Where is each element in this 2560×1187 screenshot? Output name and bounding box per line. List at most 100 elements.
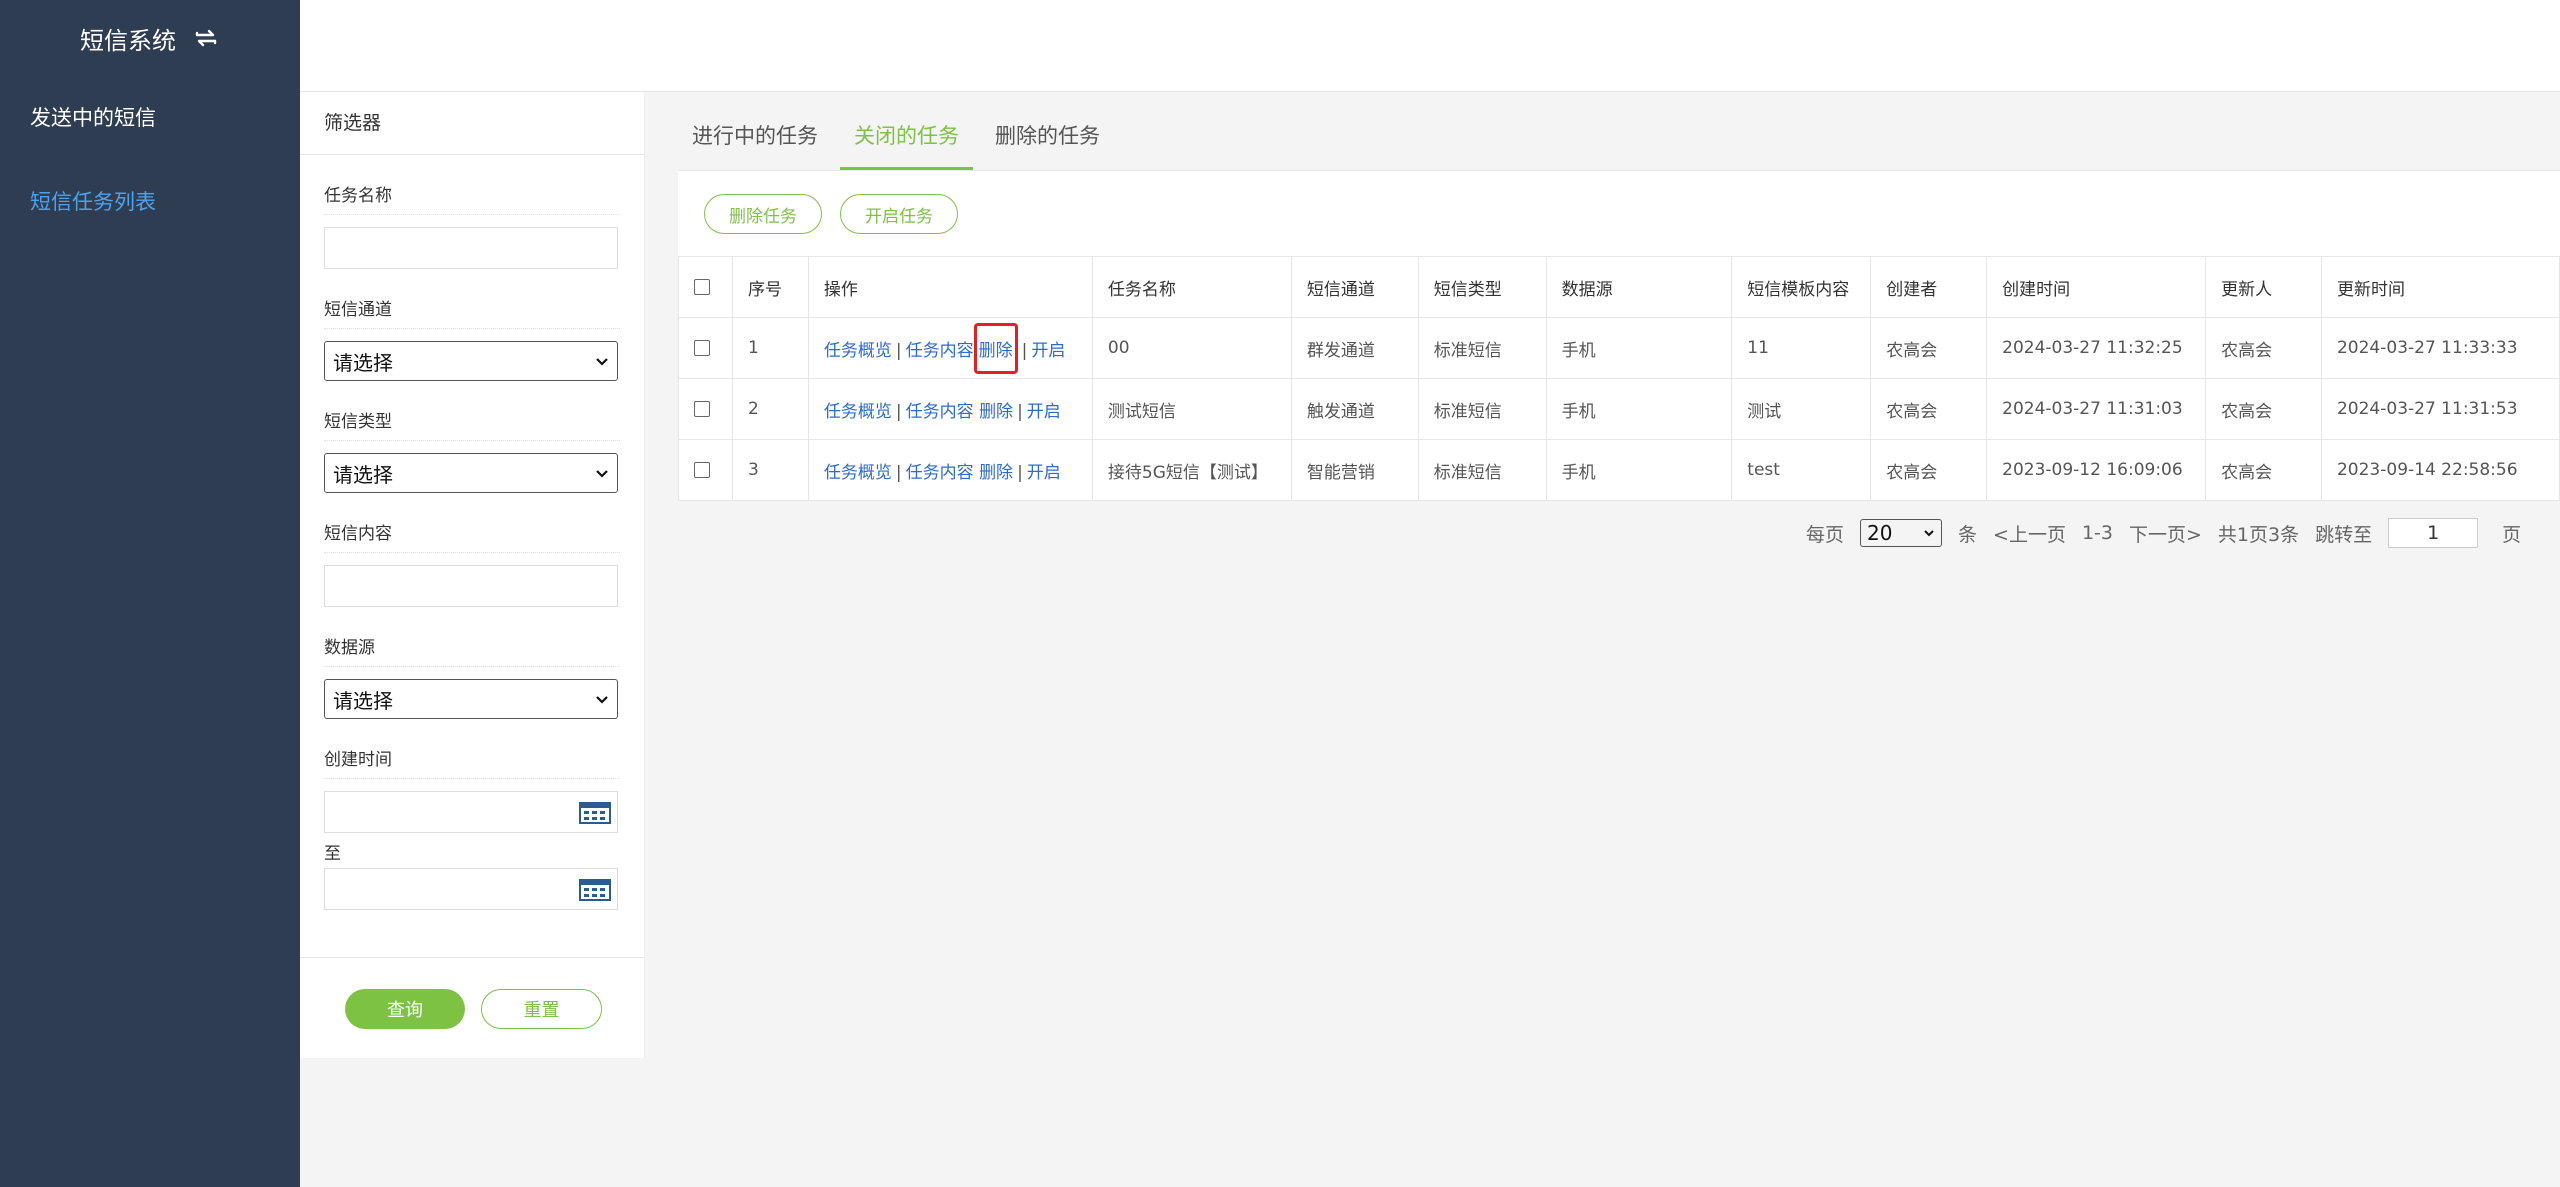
reset-button[interactable]: 重置: [481, 989, 602, 1029]
channel-label: 短信通道: [324, 269, 620, 329]
source-select[interactable]: 请选择: [324, 679, 618, 719]
cell-updater: 农高会: [2205, 378, 2322, 440]
chevron-down-icon: [596, 470, 608, 478]
calendar-icon[interactable]: [579, 879, 611, 901]
calendar-icon[interactable]: [579, 802, 611, 824]
chevron-down-icon: [596, 358, 608, 366]
query-button[interactable]: 查询: [345, 989, 465, 1029]
app-title-bar: 短信系统: [0, 0, 300, 76]
tab-closed-tasks[interactable]: 关闭的任务: [840, 110, 973, 170]
task-overview-link[interactable]: 任务概览: [824, 463, 892, 483]
created-time-label: 创建时间: [324, 719, 620, 779]
app-title: 短信系统: [80, 26, 176, 55]
table-header-row: 序号 操作 任务名称 短信通道 短信类型 数据源 短信模板内容 创建者 创建时间…: [678, 256, 2560, 318]
cell-creator: 农高会: [1870, 439, 1988, 501]
tab-deleted-tasks[interactable]: 删除的任务: [981, 110, 1114, 170]
row-select-cell: [678, 439, 733, 501]
cell-no: 2: [731, 378, 809, 440]
task-content-link[interactable]: 任务内容: [906, 402, 974, 422]
cell-channel: 群发通道: [1290, 317, 1419, 379]
col-header: 操作: [807, 256, 1093, 318]
sidebar: 短信系统 发送中的短信 短信任务列表: [0, 0, 300, 1187]
created-end-input[interactable]: [324, 868, 618, 910]
action-separator: |: [1021, 340, 1028, 361]
type-label: 短信类型: [324, 381, 620, 441]
row-select-cell: [678, 317, 733, 379]
per-page-label: 每页: [1806, 523, 1845, 546]
col-header: 短信通道: [1290, 256, 1419, 318]
switch-icon[interactable]: [192, 24, 220, 52]
table-row: 1 任务概览 | 任务内容 删除 | 开启 00 群发通道 标准短信 手机 11 农高会 …: [678, 317, 2560, 379]
task-overview-link[interactable]: 任务概览: [824, 402, 892, 422]
task-overview-link[interactable]: 任务概览: [824, 341, 892, 361]
task-table: 序号 操作 任务名称 短信通道 短信类型 数据源 短信模板内容 创建者 创建时间…: [678, 256, 2560, 501]
cell-updater: 农高会: [2205, 439, 2322, 501]
chevron-down-icon: [1924, 530, 1934, 537]
task-name-input[interactable]: [324, 227, 618, 269]
start-link[interactable]: 开启: [1031, 341, 1065, 361]
prev-page-link[interactable]: <上一页: [1993, 520, 2066, 547]
cell-created: 2024-03-27 11:32:25: [1986, 317, 2207, 379]
chevron-down-icon: [596, 696, 608, 704]
start-link[interactable]: 开启: [1027, 402, 1061, 422]
sidebar-item-sms-task-list[interactable]: 短信任务列表: [0, 160, 300, 244]
next-page-link[interactable]: 下一页>: [2129, 520, 2202, 547]
delete-link[interactable]: 删除: [979, 463, 1013, 483]
cell-updated: 2024-03-27 11:33:33: [2320, 317, 2560, 379]
task-tabs: 进行中的任务 关闭的任务 删除的任务: [678, 110, 1122, 170]
task-content-link[interactable]: 任务内容: [906, 463, 974, 483]
jump-label: 跳转至: [2315, 523, 2373, 546]
cell-source: 手机: [1545, 317, 1733, 379]
delete-task-button[interactable]: 删除任务: [704, 194, 822, 234]
page-summary: 共1页3条: [2217, 523, 2300, 546]
cell-name: 00: [1091, 317, 1292, 379]
filter-title: 筛选器: [300, 92, 644, 155]
page-unit: 页: [2502, 523, 2522, 546]
start-link[interactable]: 开启: [1027, 463, 1061, 483]
channel-select-value: 请选择: [333, 350, 393, 375]
col-header: 序号: [731, 256, 809, 318]
cell-actions: 任务概览 | 任务内容 删除 | 开启: [807, 378, 1093, 440]
row-select-cell: [678, 378, 733, 440]
cell-updater: 农高会: [2205, 317, 2322, 379]
created-start-input[interactable]: [324, 791, 618, 833]
cell-created: 2024-03-27 11:31:03: [1986, 378, 2207, 440]
per-page-value: 20: [1867, 521, 1893, 545]
type-select[interactable]: 请选择: [324, 453, 618, 493]
tab-running-tasks[interactable]: 进行中的任务: [678, 110, 832, 170]
cell-channel: 触发通道: [1290, 378, 1419, 440]
channel-select[interactable]: 请选择: [324, 341, 618, 381]
to-label: 至: [324, 844, 341, 864]
jump-page-input[interactable]: 1: [2388, 518, 2479, 548]
content-input[interactable]: [324, 565, 618, 607]
table-row: 2 任务概览 | 任务内容 删除 | 开启 测试短信 触发通道 标准短信 手机 测试 农…: [678, 378, 2560, 440]
action-separator: |: [895, 462, 902, 483]
delete-link-highlighted[interactable]: 删除: [973, 322, 1018, 374]
cell-channel: 智能营销: [1290, 439, 1419, 501]
cell-no: 1: [731, 317, 809, 379]
cell-creator: 农高会: [1870, 378, 1988, 440]
col-header: 更新人: [2205, 256, 2322, 318]
delete-link[interactable]: 删除: [979, 402, 1013, 422]
cell-template: 11: [1731, 317, 1872, 379]
sidebar-item-sending-sms[interactable]: 发送中的短信: [0, 76, 300, 160]
cell-type: 标准短信: [1417, 439, 1547, 501]
cell-type: 标准短信: [1417, 378, 1547, 440]
cell-updated: 2023-09-14 22:58:56: [2320, 439, 2560, 501]
select-all-checkbox[interactable]: [694, 279, 710, 295]
row-checkbox[interactable]: [694, 340, 710, 356]
row-checkbox[interactable]: [694, 462, 710, 478]
type-select-value: 请选择: [333, 462, 393, 487]
filter-divider: [300, 957, 645, 958]
cell-name: 接待5G短信【测试】: [1091, 439, 1292, 501]
source-select-value: 请选择: [333, 688, 393, 713]
row-checkbox[interactable]: [694, 401, 710, 417]
start-task-button[interactable]: 开启任务: [840, 194, 958, 234]
task-content-link[interactable]: 任务内容: [906, 341, 974, 361]
action-separator: |: [1017, 462, 1023, 483]
per-page-select[interactable]: 20: [1860, 519, 1943, 547]
action-separator: |: [1017, 401, 1023, 422]
pagination: 每页 20 条 <上一页 1-3 下一页> 共1页3条 跳转至 1 页: [1806, 518, 2537, 548]
task-name-label: 任务名称: [324, 155, 620, 215]
cell-name: 测试短信: [1091, 378, 1292, 440]
